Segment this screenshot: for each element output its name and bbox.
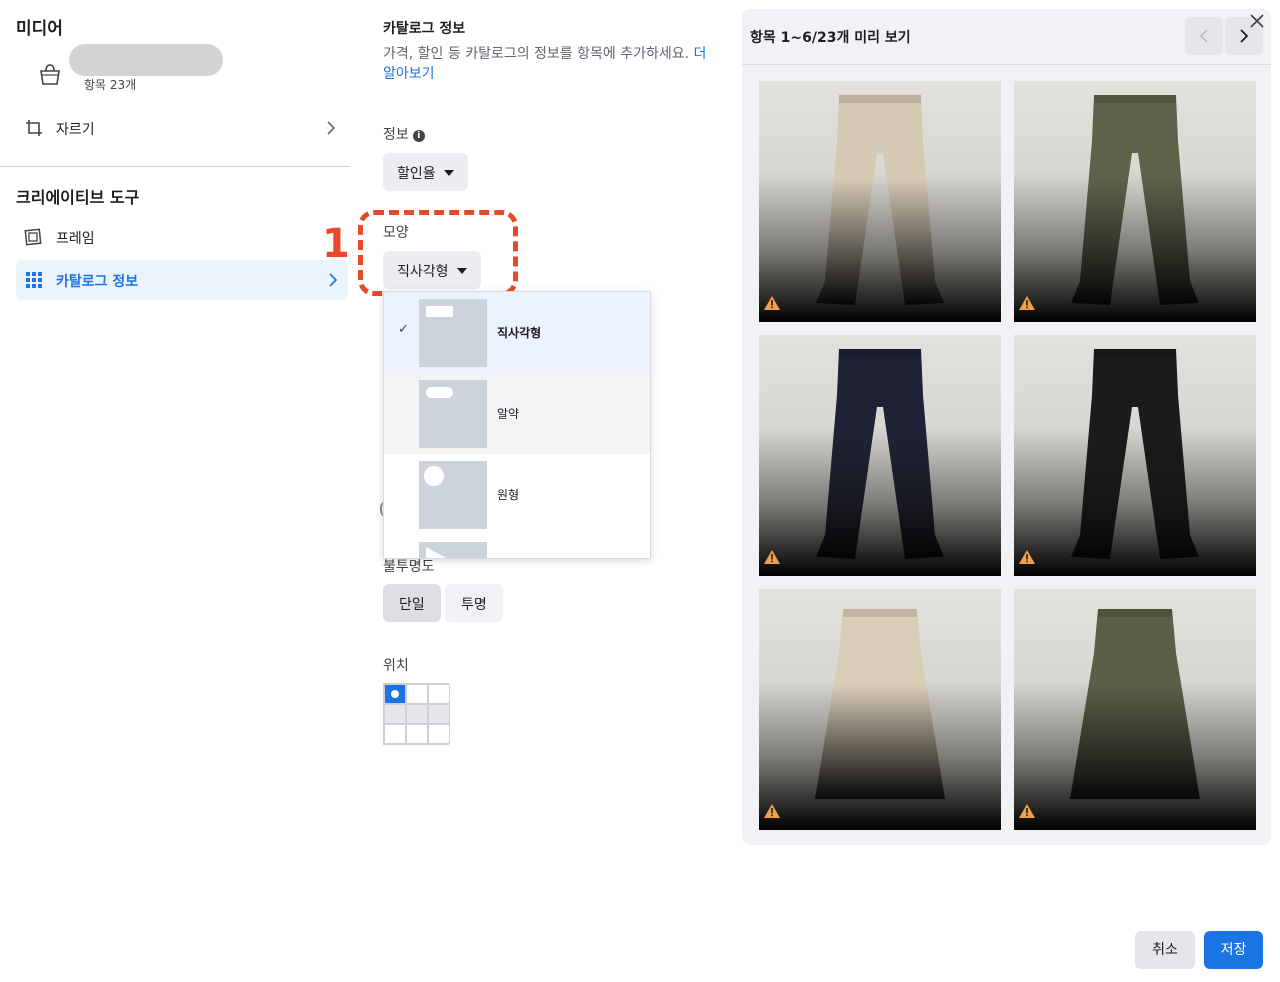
info-field-label: 정보 i: [383, 124, 425, 144]
left-sidebar: 미디어 항목 23개 자르기 크리에이티브 도구 프레임 카탈로그 정보: [0, 0, 350, 982]
close-icon[interactable]: [1248, 12, 1266, 30]
position-grid[interactable]: [383, 683, 450, 745]
position-field-label: 위치: [383, 658, 409, 674]
warning-icon: [1019, 804, 1035, 818]
info-dropdown[interactable]: 할인율: [383, 153, 468, 191]
opacity-field-label: 불투명도: [383, 559, 435, 575]
info-label-text: 정보: [383, 127, 409, 143]
position-bottom-right[interactable]: [428, 724, 450, 744]
shopping-bag-icon: [40, 64, 60, 85]
warning-icon: [764, 550, 780, 564]
media-heading: 미디어: [16, 19, 63, 39]
position-bottom-left[interactable]: [384, 724, 406, 744]
shape-option-label: 직사각형: [497, 326, 542, 340]
position-top-right[interactable]: [428, 684, 450, 704]
chevron-right-icon: [329, 273, 338, 287]
product-preview-navy-pants: [759, 335, 1001, 576]
product-preview-black-pants: [1014, 335, 1256, 576]
checkmark-icon: ✓: [398, 322, 409, 337]
frame-menu-item[interactable]: 프레임: [16, 220, 348, 256]
crop-menu-item[interactable]: 자르기: [16, 112, 346, 148]
preview-title: 항목 1~6/23개 미리 보기: [750, 30, 911, 46]
info-icon[interactable]: i: [412, 130, 425, 142]
creative-tools-heading: 크리에이티브 도구: [16, 188, 140, 207]
frame-icon: [24, 228, 42, 246]
chevron-left-icon: [1199, 29, 1208, 43]
caret-down-icon: [443, 170, 454, 176]
frame-label: 프레임: [56, 231, 95, 247]
triangle-shape-thumbnail: [419, 542, 487, 558]
position-bottom-center[interactable]: [406, 724, 428, 744]
warning-icon: [764, 296, 780, 310]
chevron-right-icon: [327, 121, 336, 135]
sidebar-divider: [0, 166, 350, 167]
preview-header: 항목 1~6/23개 미리 보기: [742, 9, 1271, 65]
position-middle-right[interactable]: [428, 704, 450, 724]
media-item-count: 항목 23개: [84, 78, 137, 92]
shape-option-label: 알약: [497, 407, 520, 421]
catalog-info-menu-item[interactable]: 카탈로그 정보: [16, 260, 348, 300]
warning-icon: [1019, 296, 1035, 310]
save-button[interactable]: 저장: [1204, 931, 1263, 969]
catalog-info-label: 카탈로그 정보: [56, 274, 139, 290]
shape-option-rectangle[interactable]: ✓ 직사각형: [384, 292, 650, 373]
shape-option-partial[interactable]: [384, 535, 650, 558]
circle-shape-thumbnail: [419, 461, 487, 529]
opacity-option-solid[interactable]: 단일: [383, 584, 441, 622]
shape-option-circle[interactable]: 원형: [384, 454, 650, 535]
product-preview-beige-pants: [759, 81, 1001, 322]
warning-icon: [1019, 550, 1035, 564]
preview-panel: 항목 1~6/23개 미리 보기: [742, 9, 1271, 845]
position-middle-center[interactable]: [406, 704, 428, 724]
shape-dropdown-menu: ✓ 직사각형 알약 원형: [383, 291, 651, 559]
pill-shape-thumbnail: [419, 380, 487, 448]
info-dropdown-value: 할인율: [397, 166, 436, 182]
position-middle-left[interactable]: [384, 704, 406, 724]
annotation-number: 1: [322, 221, 350, 267]
crop-label: 자르기: [56, 122, 95, 138]
previous-page-button[interactable]: [1185, 17, 1223, 55]
description-text: 가격, 할인 등 카탈로그의 정보를 항목에 추가하세요.: [383, 46, 690, 62]
cancel-button[interactable]: 취소: [1135, 931, 1195, 969]
position-top-left[interactable]: [384, 684, 406, 704]
settings-description: 가격, 할인 등 카탈로그의 정보를 항목에 추가하세요. 더 알아보기: [383, 44, 713, 84]
grid-icon: [26, 272, 42, 288]
shape-option-label: 원형: [497, 488, 520, 502]
annotation-highlight-box: [358, 210, 518, 296]
product-preview-olive-pants: [1014, 81, 1256, 322]
redacted-catalog-name: [69, 44, 223, 76]
product-preview-olive-skirt: [1014, 589, 1256, 830]
crop-icon: [26, 120, 42, 136]
settings-title: 카탈로그 정보: [383, 21, 466, 37]
product-preview-beige-skirt: [759, 589, 1001, 830]
chevron-right-icon: [1240, 29, 1249, 43]
shape-option-pill[interactable]: 알약: [384, 373, 650, 454]
media-item[interactable]: 항목 23개: [36, 42, 336, 94]
warning-icon: [764, 804, 780, 818]
opacity-option-transparent[interactable]: 투명: [445, 584, 503, 622]
rectangle-shape-thumbnail: [419, 299, 487, 367]
position-top-center[interactable]: [406, 684, 428, 704]
